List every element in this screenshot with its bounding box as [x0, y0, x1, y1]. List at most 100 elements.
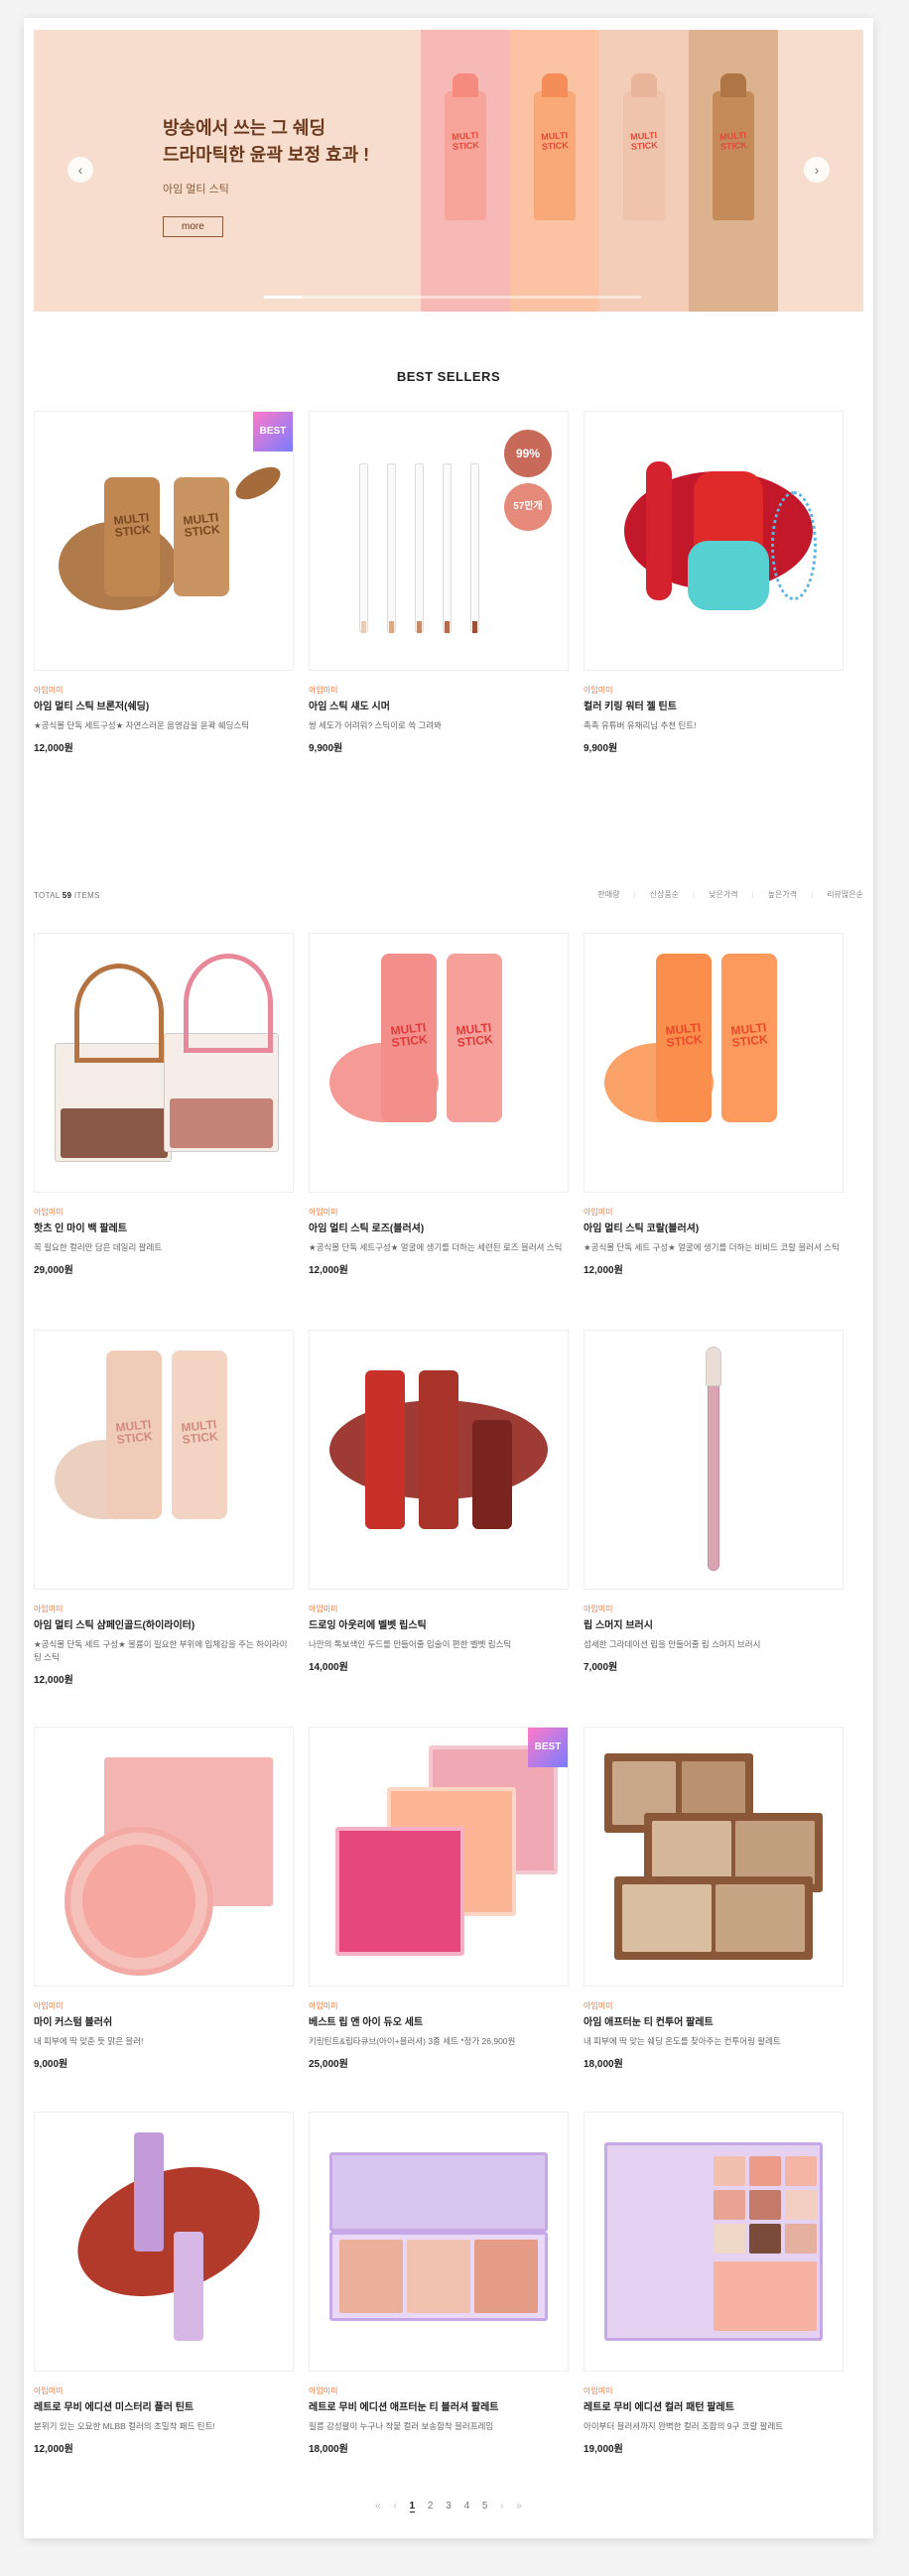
product-card[interactable]: 아임미미 립 스머지 브러시 섬세한 그라데이션 립을 만들어줄 립 스머지 브… [584, 1330, 844, 1673]
product-card[interactable]: 아임미미 컬러 키링 워터 젤 틴트 촉촉 유튜버 유채리님 추천 틴트! 9,… [584, 411, 844, 754]
product-price: 25,000원 [309, 2059, 348, 2070]
product-desc: 분위기 있는 오묘한 MLBB 컬러의 초밀착 패드 틴트! [34, 2421, 215, 2431]
product-brand: 아임미미 [34, 686, 64, 695]
prev-page-icon[interactable]: ‹ [393, 2501, 396, 2512]
next-page-icon[interactable]: › [500, 2501, 503, 2512]
product-card[interactable]: 아임미미 아임 애프터눈 티 컨투어 팔레트 내 피부에 딱 맞는 쉐딩 온도를… [584, 1727, 844, 2070]
product-price: 9,900원 [584, 743, 618, 754]
product-name[interactable]: 아임 멀티 스틱 코랄(블러셔) [584, 1223, 844, 1235]
product-card[interactable]: BEST 아임미미 베스트 립 앤 아이 듀오 세트 키링틴트&립타큐브(아이+… [309, 1727, 569, 2070]
page-number[interactable]: 5 [482, 2501, 488, 2512]
product-brand: 아임미미 [584, 686, 613, 695]
product-card[interactable]: MULTI STICK MULTI STICK 아임미미 아임 멀티 스틱 로즈… [309, 933, 569, 1276]
product-card[interactable]: 아임미미 드로잉 아웃리에 벨벳 립스틱 나만의 톡보색인 두드를 만들어줄 입… [309, 1330, 569, 1673]
product-price: 19,000원 [584, 2444, 623, 2455]
product-name[interactable]: 핫츠 인 마이 백 팔레트 [34, 1223, 294, 1235]
page-number[interactable]: 1 [409, 2501, 416, 2512]
best-sellers-title: BEST SELLERS [396, 369, 501, 384]
next-arrow-icon[interactable]: › [804, 157, 830, 183]
product-image[interactable]: MULTI STICK MULTI STICK BEST [34, 411, 294, 671]
product-desc: 꼭 필요한 컬러만 담은 데일리 팔레트 [34, 1242, 163, 1252]
product-price: 18,000원 [309, 2444, 348, 2455]
product-name[interactable]: 아임 멀티 스틱 샴페인골드(하이라이터) [34, 1619, 294, 1632]
best-badge: BEST [253, 412, 293, 451]
product-image[interactable]: MULTI STICK MULTI STICK [584, 933, 844, 1193]
product-name[interactable]: 레트로 무비 에디션 애프터눈 티 블러셔 팔레트 [309, 2401, 569, 2414]
first-page-icon[interactable]: « [375, 2501, 381, 2512]
page-number[interactable]: 4 [464, 2501, 470, 2512]
product-image[interactable] [584, 2112, 844, 2372]
product-image[interactable]: BEST [309, 1727, 569, 1987]
multi-stick-image: MULTI STICK [713, 73, 754, 220]
product-brand: 아임미미 [584, 2001, 613, 2010]
product-brand: 아임미미 [584, 2386, 613, 2395]
product-card[interactable]: 99% 57만개 아임미미 아임 스틱 섀도 시머 쌍 세도가 어려워? 스틱이… [309, 411, 569, 754]
hero-banner[interactable]: MULTI STICK MULTI STICK MULTI STICK MULT… [34, 30, 863, 312]
product-name[interactable]: 아임 애프터눈 티 컨투어 팔레트 [584, 2016, 844, 2029]
product-image[interactable] [34, 1727, 294, 1987]
product-price: 12,000원 [309, 1265, 348, 1276]
product-card[interactable]: 아임미미 마이 커스텀 블러쉬 내 피부에 딱 맞춘 듯 맑은 블러! 9,00… [34, 1727, 294, 2070]
sort-option[interactable]: 신상품순 [634, 890, 680, 899]
banner-swatch: MULTI STICK [421, 30, 510, 312]
product-card[interactable]: 아임미미 레트로 무비 에디션 미스터리 플러 틴트 분위기 있는 오묘한 ML… [34, 2112, 294, 2455]
banner-text: 방송에서 쓰는 그 쉐딩 드라마틱한 윤곽 보정 효과 ! 아임 멀티 스틱 m… [163, 115, 369, 237]
product-image[interactable] [584, 411, 844, 671]
product-price: 12,000원 [34, 1675, 73, 1686]
product-name[interactable]: 레트로 무비 에디션 미스터리 플러 틴트 [34, 2401, 294, 2414]
product-card[interactable]: 아임미미 레트로 무비 에디션 컬러 패턴 팔레트 아이부터 블러셔까지 완벽한… [584, 2112, 844, 2455]
product-desc: 필름 감성팔이 누구나 착붙 컬러 보송함착 블러프레임 [309, 2421, 494, 2431]
sort-options: 판매량 신상품순 낮은가격 높은가격 리뷰많은순 [584, 889, 863, 900]
product-name[interactable]: 립 스머지 브러시 [584, 1619, 844, 1632]
sort-option[interactable]: 리뷰많은순 [811, 890, 863, 899]
product-name[interactable]: 레트로 무비 에디션 컬러 패턴 팔레트 [584, 2401, 844, 2414]
product-desc: 내 피부에 딱 맞춘 듯 맑은 블러! [34, 2036, 144, 2046]
product-price: 14,000원 [309, 1662, 348, 1673]
product-name[interactable]: 드로잉 아웃리에 벨벳 립스틱 [309, 1619, 569, 1632]
last-page-icon[interactable]: » [516, 2501, 522, 2512]
product-card[interactable]: MULTI STICK MULTI STICK 아임미미 아임 멀티 스틱 코랄… [584, 933, 844, 1276]
product-brand: 아임미미 [309, 2001, 338, 2010]
rating-bubble: 99% [504, 430, 552, 477]
product-image[interactable]: 99% 57만개 [309, 411, 569, 671]
product-card[interactable]: 아임미미 레트로 무비 에디션 애프터눈 티 블러셔 팔레트 필름 감성팔이 누… [309, 2112, 569, 2455]
sort-option[interactable]: 높은가격 [752, 890, 798, 899]
product-desc: 촉촉 유튜버 유채리님 추천 틴트! [584, 720, 697, 730]
product-brand: 아임미미 [309, 686, 338, 695]
product-image[interactable]: MULTI STICK MULTI STICK [34, 1330, 294, 1590]
sort-option[interactable]: 낮은가격 [693, 890, 738, 899]
product-name[interactable]: 아임 멀티 스틱 브론저(쉐딩) [34, 701, 294, 713]
page-number[interactable]: 3 [446, 2501, 452, 2512]
product-image[interactable] [309, 2112, 569, 2372]
more-button[interactable]: more [163, 216, 223, 237]
product-image[interactable]: MULTI STICK MULTI STICK [309, 933, 569, 1193]
banner-swatch: MULTI STICK [599, 30, 689, 312]
product-desc: 아이부터 블러셔까지 완벽한 컬러 조합의 9구 코랄 팔레트 [584, 2421, 784, 2431]
product-brand: 아임미미 [309, 1605, 338, 1613]
product-image[interactable] [309, 1330, 569, 1590]
product-name[interactable]: 아임 멀티 스틱 로즈(블러셔) [309, 1223, 569, 1235]
multi-stick-image: MULTI STICK [534, 73, 576, 220]
slide-indicator[interactable] [264, 296, 641, 299]
sort-option[interactable]: 판매량 [597, 890, 619, 899]
banner-subtitle: 아임 멀티 스틱 [163, 184, 229, 195]
pagination: « ‹ 1 2 3 4 5 › » [24, 2501, 873, 2512]
product-image[interactable] [584, 1330, 844, 1590]
page-number[interactable]: 2 [428, 2501, 434, 2512]
product-image[interactable] [34, 933, 294, 1193]
product-image[interactable] [584, 1727, 844, 1987]
product-name[interactable]: 베스트 립 앤 아이 듀오 세트 [309, 2016, 569, 2029]
product-name[interactable]: 컬러 키링 워터 젤 틴트 [584, 701, 844, 713]
product-desc: ★공식몰 단독 세트 구성★ 얼굴에 생기를 더하는 비비드 코랄 블러셔 스틱 [584, 1242, 840, 1252]
prev-arrow-icon[interactable]: ‹ [67, 157, 93, 183]
product-card[interactable]: 아임미미 핫츠 인 마이 백 팔레트 꼭 필요한 컬러만 담은 데일리 팔레트 … [34, 933, 294, 1276]
banner-swatch: MULTI STICK [689, 30, 778, 312]
product-desc: ★공식몰 단독 세트구성★ 자연스러운 음영감을 윤곽 쉐딩스틱 [34, 720, 250, 730]
product-card[interactable]: MULTI STICK MULTI STICK BEST 아임미미 아임 멀티 … [34, 411, 294, 754]
product-name[interactable]: 마이 커스텀 블러쉬 [34, 2016, 294, 2029]
product-card[interactable]: MULTI STICK MULTI STICK 아임미미 아임 멀티 스틱 샴페… [34, 1330, 294, 1686]
product-image[interactable] [34, 2112, 294, 2372]
banner-title: 방송에서 쓰는 그 쉐딩 드라마틱한 윤곽 보정 효과 ! [163, 118, 370, 165]
product-name[interactable]: 아임 스틱 섀도 시머 [309, 701, 569, 713]
product-brand: 아임미미 [309, 1208, 338, 1217]
